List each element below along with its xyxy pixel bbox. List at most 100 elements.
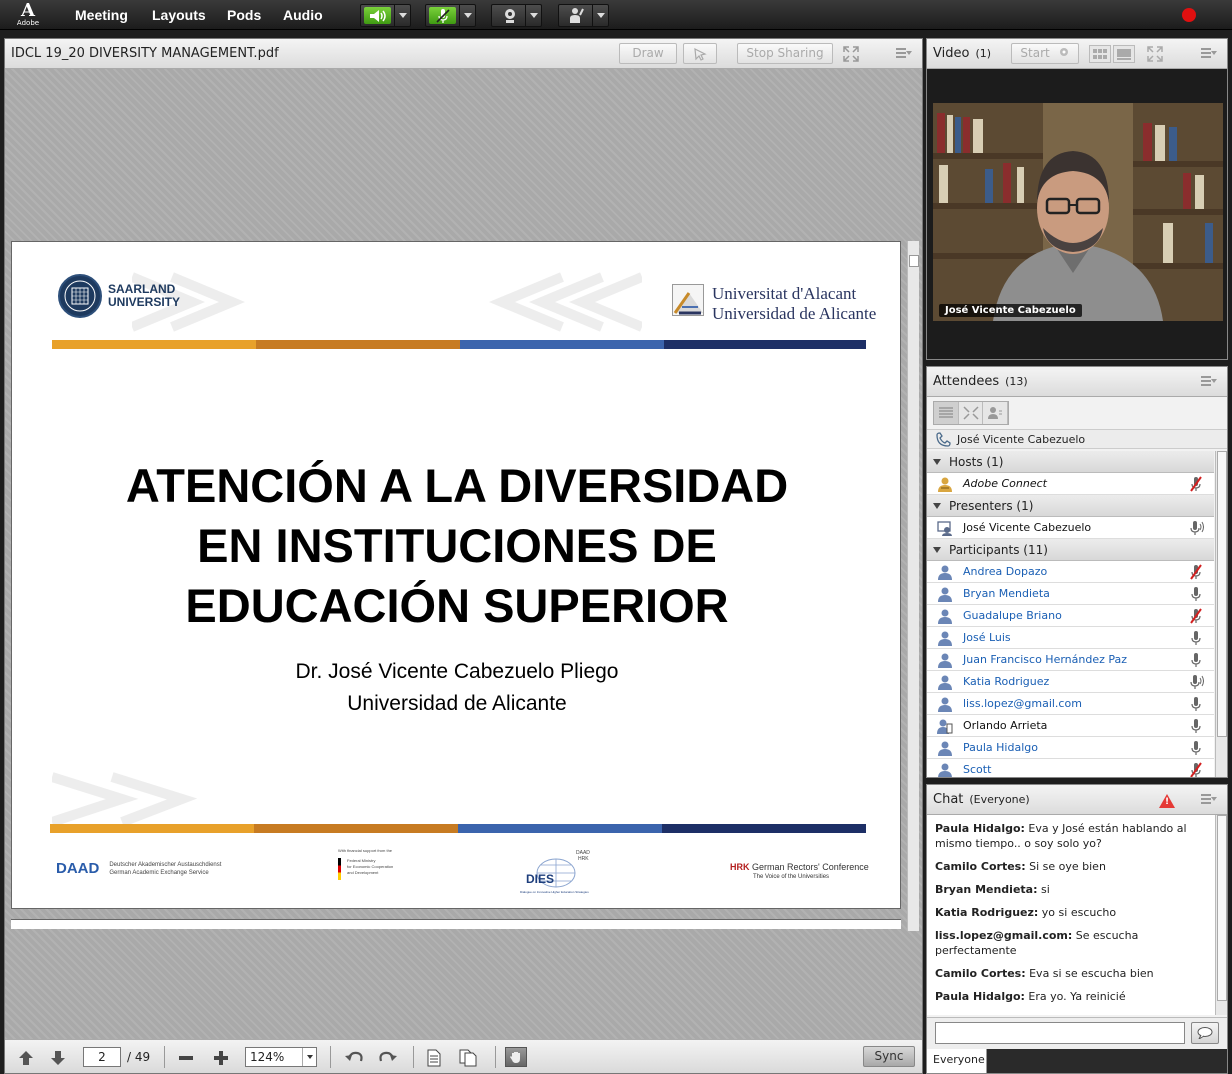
- collapse-triangle-icon: [933, 503, 941, 509]
- participants-group-header[interactable]: Participants (11): [927, 539, 1214, 561]
- pdf-scrollbar-thumb[interactable]: [909, 255, 919, 267]
- chat-tab-everyone[interactable]: Everyone: [927, 1049, 987, 1073]
- zoom-in-icon[interactable]: [212, 1049, 230, 1067]
- attendee-scrollbar-thumb[interactable]: [1217, 451, 1227, 737]
- chat-scrollbar[interactable]: [1215, 815, 1227, 1015]
- menu-meeting[interactable]: Meeting: [75, 7, 128, 23]
- chat-pod-menu-icon[interactable]: [1201, 794, 1217, 804]
- start-video-button[interactable]: Start: [1011, 43, 1079, 64]
- participant-icon: [938, 763, 952, 777]
- microphone-button[interactable]: [425, 4, 476, 27]
- microphone-dropdown[interactable]: [459, 5, 475, 26]
- hosts-group-label: Hosts (1): [949, 455, 1004, 469]
- presenters-group-header[interactable]: Presenters (1): [927, 495, 1214, 517]
- participant-icon: [938, 609, 952, 624]
- share-pod-menu-icon[interactable]: [896, 48, 912, 58]
- chat-scrollbar-thumb[interactable]: [1217, 815, 1227, 1001]
- zoom-select[interactable]: 124%: [245, 1047, 317, 1067]
- status-dropdown[interactable]: [592, 5, 608, 26]
- documents-icon[interactable]: [459, 1049, 477, 1067]
- stripe-blue: [460, 340, 664, 349]
- page-number-input[interactable]: 2: [83, 1047, 121, 1067]
- chat-pod-title: Chat (Everyone): [933, 792, 1030, 807]
- hand-tool-icon[interactable]: [505, 1047, 527, 1067]
- chat-pod: Chat (Everyone) ! Paula Hidalgo: Eva y Jo…: [926, 784, 1228, 1074]
- undo-icon[interactable]: [345, 1049, 363, 1067]
- video-pod: Video (1) Start José Vicente Cabezuelo: [926, 38, 1228, 360]
- participant-icon: [938, 741, 952, 756]
- hrk-mark: HRK: [730, 862, 750, 872]
- attendee-name: Juan Francisco Hernández Paz: [963, 653, 1128, 666]
- warning-icon[interactable]: !: [1159, 794, 1175, 808]
- attendee-row[interactable]: Katia Rodriguez: [927, 671, 1214, 693]
- draw-button[interactable]: Draw: [619, 43, 677, 64]
- record-indicator-icon[interactable]: [1182, 8, 1196, 22]
- list-view-icon[interactable]: [934, 402, 959, 424]
- share-stage: SAARLAND UNIVERSITY Universitat d'Alacan…: [5, 69, 922, 1039]
- webcam-button[interactable]: [491, 4, 542, 27]
- webcam-dropdown[interactable]: [525, 5, 541, 26]
- video-fullscreen-icon[interactable]: [1147, 46, 1163, 65]
- share-pod: IDCL 19_20 DIVERSITY MANAGEMENT.pdf Draw…: [4, 38, 923, 1074]
- attendee-name: Paula Hidalgo: [963, 741, 1038, 754]
- video-pod-title: Video (1): [933, 46, 991, 61]
- attendee-name: Bryan Mendieta: [963, 587, 1050, 600]
- redo-icon[interactable]: [379, 1049, 397, 1067]
- sync-button[interactable]: Sync: [863, 1046, 915, 1067]
- grid-layout-icon[interactable]: [1089, 45, 1111, 63]
- zoom-dropdown-icon[interactable]: [302, 1048, 316, 1066]
- zoom-out-icon[interactable]: [177, 1049, 195, 1067]
- microphone-muted-icon: [429, 7, 456, 24]
- zoom-value: 124%: [250, 1050, 285, 1064]
- next-page-icon[interactable]: [49, 1049, 67, 1067]
- menu-pods[interactable]: Pods: [227, 7, 261, 23]
- microphone-icon: [1191, 741, 1201, 755]
- pdf-scrollbar[interactable]: [907, 241, 919, 931]
- microphone-icon: [1191, 587, 1201, 601]
- chat-send-button[interactable]: [1191, 1022, 1219, 1044]
- previous-page-icon[interactable]: [17, 1049, 35, 1067]
- attendee-row[interactable]: Bryan Mendieta: [927, 583, 1214, 605]
- hosts-group-header[interactable]: Hosts (1): [927, 451, 1214, 473]
- chat-message: Camilo Cortes: Eva si se escucha bien: [935, 966, 1207, 981]
- breakout-view-icon[interactable]: [959, 402, 984, 424]
- fullscreen-icon[interactable]: [843, 46, 859, 65]
- attendee-row[interactable]: Juan Francisco Hernández Paz: [927, 649, 1214, 671]
- attendee-row[interactable]: Adobe Connect: [927, 473, 1214, 495]
- toolbar-separator: [413, 1046, 414, 1068]
- menu-audio[interactable]: Audio: [283, 7, 323, 23]
- single-layout-icon[interactable]: [1113, 45, 1135, 63]
- speaker-button[interactable]: [360, 4, 411, 27]
- menu-layouts[interactable]: Layouts: [152, 7, 206, 23]
- attendee-row[interactable]: José Vicente Cabezuelo: [927, 517, 1214, 539]
- attendee-row[interactable]: José Luis: [927, 627, 1214, 649]
- attendees-pod-menu-icon[interactable]: [1201, 376, 1217, 386]
- chat-author: Camilo Cortes:: [935, 967, 1026, 980]
- attendee-status-icon[interactable]: [983, 402, 1009, 424]
- stop-sharing-button[interactable]: Stop Sharing: [737, 43, 833, 64]
- attendee-scrollbar[interactable]: [1215, 451, 1227, 777]
- chat-message: Paula Hidalgo: Eva y José están hablando…: [935, 821, 1207, 851]
- document-icon[interactable]: [425, 1049, 443, 1067]
- video-pod-menu-icon[interactable]: [1201, 48, 1217, 58]
- hrk-name: German Rectors' Conference: [752, 862, 869, 872]
- speaker-icon: [364, 7, 391, 24]
- attendee-row[interactable]: Guadalupe Briano: [927, 605, 1214, 627]
- chat-message: Katia Rodriguez: yo si escucho: [935, 905, 1207, 920]
- attendee-row[interactable]: Orlando Arrieta: [927, 715, 1214, 737]
- speaker-video-image: [933, 103, 1223, 321]
- chat-author: liss.lopez@gmail.com:: [935, 929, 1073, 942]
- raise-hand-button[interactable]: [558, 4, 609, 27]
- chat-input[interactable]: [935, 1022, 1185, 1044]
- attendee-row[interactable]: Andrea Dopazo: [927, 561, 1214, 583]
- slide-title: ATENCIÓN A LA DIVERSIDAD EN INSTITUCIONE…: [12, 456, 900, 636]
- speaker-dropdown[interactable]: [394, 5, 410, 26]
- attendee-row[interactable]: Paula Hidalgo: [927, 737, 1214, 759]
- attendee-row[interactable]: liss.lopez@gmail.com: [927, 693, 1214, 715]
- attendee-name: José Vicente Cabezuelo: [963, 521, 1092, 534]
- bmz-line3: and Development: [347, 870, 379, 875]
- pointer-button[interactable]: [683, 43, 717, 64]
- chat-message: Bryan Mendieta: si: [935, 882, 1207, 897]
- alicante-logo-line2: Universidad de Alicante: [712, 304, 877, 323]
- attendee-row[interactable]: Scott: [927, 759, 1214, 777]
